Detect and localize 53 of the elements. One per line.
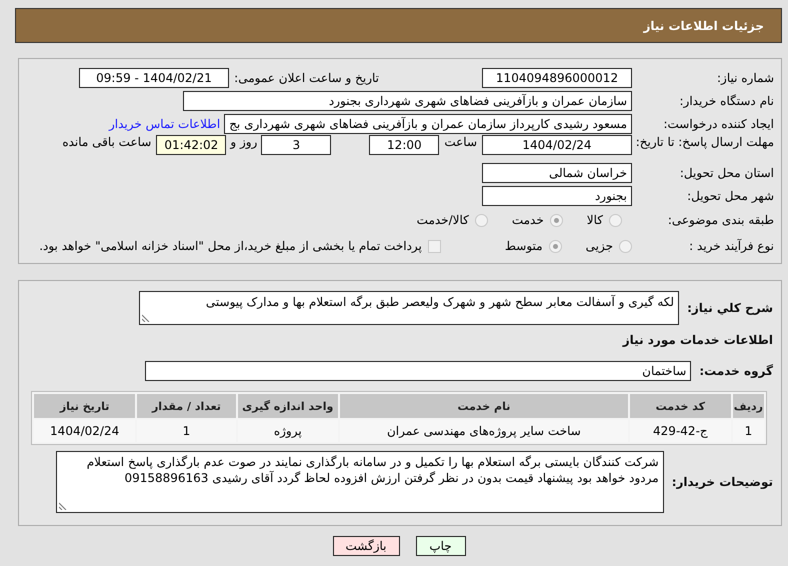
resize-grip-icon[interactable]	[142, 314, 150, 322]
field-label: شهر محل تحویل:	[686, 188, 774, 202]
back-button[interactable]: بازگشت	[332, 536, 400, 556]
remaining-label: ساعت باقی مانده	[62, 135, 152, 149]
field-label: ایجاد کننده درخواست:	[662, 116, 774, 130]
requester-field: مسعود رشیدی کارپرداز سازمان عمران و بازآفرینی فضاهای شهری شهرداری بج	[224, 114, 632, 134]
service-group-field: ساختمان	[145, 361, 692, 381]
need-number-field: 1104094896000012	[482, 68, 632, 88]
description-text: لکه گیری و آسفالت معابر سطح شهر و شهرک ولیعصر طبق برگه استعلام بها و مدارک پیوستی	[206, 295, 674, 309]
print-button[interactable]: چاپ	[416, 536, 466, 556]
option-label: کالا	[586, 213, 603, 227]
option-label: کالا/خدمت	[416, 213, 469, 227]
days-field: 3	[261, 135, 332, 155]
payment-note: پرداخت تمام یا بخشی از مبلغ خرید،از محل "اسناد خزانه اسلامی" خواهد بود.	[39, 239, 422, 253]
city-field: بجنورد	[482, 186, 632, 206]
field-label: نام دستگاه خریدار:	[678, 94, 774, 108]
field-label: شماره نیاز:	[716, 70, 774, 84]
field-label: مهلت ارسال پاسخ: تا تاریخ:	[634, 135, 774, 149]
radio-button[interactable]	[619, 240, 632, 252]
field-label: گروه خدمت:	[699, 364, 773, 378]
buyer-notes-text: شرکت کنندگان بایستی برگه استعلام بها را تکمیل و در سامانه بارگذاری نمایند در صوت عدم بارگذاری پاسخ استعلام مردود خواهد بود پیشنهاد قیمت بدون در نظر گرفتن ارزش افزوده لحاظ گردد آقای رشیدی 09158896163	[86, 455, 659, 485]
radio-button[interactable]	[609, 214, 622, 226]
deadline-time-field: 12:00	[369, 135, 440, 155]
field-label: تاریخ و ساعت اعلان عمومی:	[235, 70, 379, 84]
column-header: نام خدمت	[340, 394, 628, 418]
option-label: جزیی	[586, 239, 613, 253]
radio-button[interactable]	[474, 214, 488, 226]
days-label: روز و	[230, 135, 258, 149]
column-header: واحد اندازه گیری	[238, 394, 338, 418]
buyer-org-field: سازمان عمران و بازآفرینی فضاهای شهری شهرداری بجنورد	[183, 90, 632, 110]
radio-button[interactable]	[548, 240, 562, 252]
section-heading: اطلاعات خدمات مورد نیاز	[621, 333, 773, 347]
field-label: نوع فرآیند خرید :	[688, 239, 774, 253]
field-label: استان محل تحویل:	[678, 166, 774, 180]
checkbox[interactable]	[428, 240, 441, 252]
field-label: توضیحات خریدار:	[672, 475, 773, 489]
province-field: خراسان شمالی	[482, 162, 632, 182]
page-title-bar: جزئیات اطلاعات نیاز	[15, 8, 782, 43]
column-header: کد خدمت	[630, 394, 731, 418]
column-header: تاریخ نیاز	[34, 394, 136, 418]
time-label: ساعت	[444, 135, 477, 149]
radio-button[interactable]	[550, 214, 563, 226]
remaining-time-field: 01:42:02	[156, 135, 226, 155]
option-label: متوسط	[504, 239, 543, 253]
field-label: طبقه بندی موضوعی:	[666, 213, 774, 227]
field-label: شرح کلي نیاز:	[687, 301, 773, 315]
resize-grip-icon[interactable]	[58, 502, 67, 510]
column-header: تعداد / مقدار	[137, 394, 236, 418]
announce-date-field: 1404/02/21 - 09:59	[79, 68, 229, 88]
deadline-date-field: 1404/02/24	[482, 135, 632, 155]
option-label: خدمت	[512, 213, 544, 227]
contact-link[interactable]: اطلاعات تماس خریدار	[109, 116, 220, 130]
column-header: ردیف	[732, 394, 764, 418]
